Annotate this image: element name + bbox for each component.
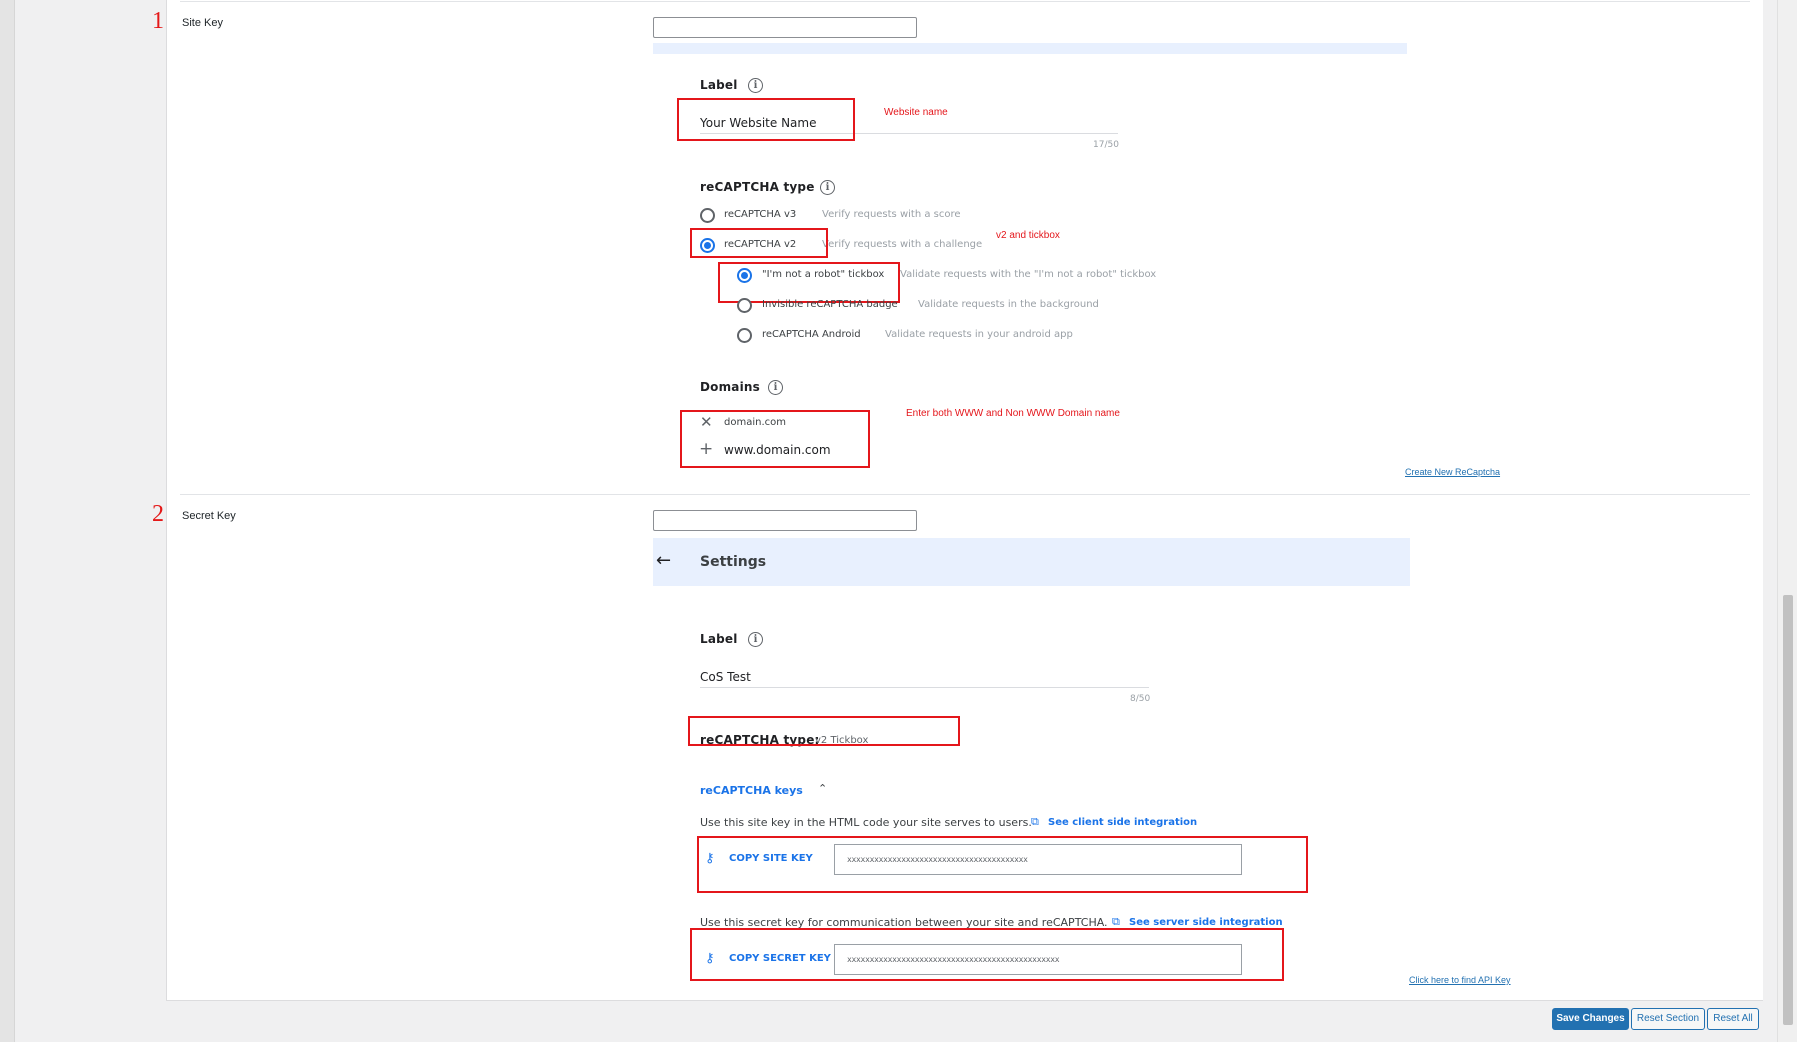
radio-hint-android: Validate requests in your android app [885, 329, 1073, 340]
highlight-website-name [677, 98, 855, 141]
row-number-1: 1 [152, 8, 164, 34]
external-link-icon[interactable]: ⧉ [1112, 915, 1120, 929]
radio-label-invisible: Invisible reCAPTCHA badge [762, 299, 898, 310]
radio-hint-tickbox: Validate requests with the "I'm not a ro… [900, 269, 1157, 280]
highlight-secret-key [690, 928, 1284, 981]
settings-header [653, 538, 1410, 586]
reset-section-button[interactable]: Reset Section [1631, 1008, 1705, 1030]
radio-recaptcha-v3[interactable] [700, 208, 715, 223]
radio-hint-v2: Verify requests with a challenge [822, 239, 983, 250]
secret-key-input[interactable] [653, 510, 917, 531]
settings-label-underline [700, 687, 1149, 688]
reset-all-button[interactable]: Reset All [1707, 1008, 1759, 1030]
site-key-label: Site Key [182, 17, 223, 29]
screenshot-header-strip [653, 43, 1407, 54]
annotation-domains: Enter both WWW and Non WWW Domain name [906, 408, 1120, 419]
settings-label-counter: 8/50 [1130, 694, 1151, 704]
label-heading: Label [700, 78, 738, 92]
secret-key-label: Secret Key [182, 510, 236, 522]
left-gutter [0, 0, 15, 1042]
scrollbar-thumb[interactable] [1783, 595, 1793, 1025]
chevron-up-icon[interactable]: ⌃ [818, 782, 827, 795]
row-divider [180, 494, 1750, 495]
info-icon[interactable]: i [768, 380, 783, 395]
highlight-v2 [690, 228, 828, 258]
site-key-input[interactable] [653, 17, 917, 38]
annotation-website-name: Website name [884, 107, 948, 118]
radio-hint-invisible: Validate requests in the background [918, 299, 1099, 310]
label-counter: 17/50 [1093, 140, 1119, 150]
highlight-domains [680, 410, 870, 468]
info-icon[interactable]: i [748, 78, 763, 93]
arrow-left-icon[interactable]: ← [656, 550, 671, 571]
highlight-tickbox [718, 262, 900, 303]
radio-hint-v3: Verify requests with a score [822, 209, 961, 220]
domains-heading: Domains [700, 380, 761, 394]
settings-title: Settings [700, 554, 767, 570]
footer-bar [166, 1000, 1763, 1036]
highlight-type [688, 716, 960, 746]
highlight-site-key [697, 836, 1308, 893]
settings-label-value[interactable]: CoS Test [700, 670, 751, 684]
annotation-v2-tickbox: v2 and tickbox [996, 230, 1060, 241]
site-key-description: Use this site key in the HTML code your … [700, 816, 1032, 829]
create-new-recaptcha-link[interactable]: Create New ReCaptcha [1405, 467, 1500, 477]
radio-label-v3: reCAPTCHA v3 [724, 209, 797, 220]
row-number-2: 2 [152, 501, 164, 527]
find-api-key-link[interactable]: Click here to find API Key [1409, 975, 1511, 985]
info-icon[interactable]: i [748, 632, 763, 647]
radio-android[interactable] [737, 328, 752, 343]
server-side-integration-link[interactable]: See server side integration [1129, 917, 1283, 928]
settings-label-heading: Label [700, 632, 738, 646]
recaptcha-type-heading: reCAPTCHA type [700, 180, 815, 194]
info-icon[interactable]: i [820, 180, 835, 195]
external-link-icon[interactable]: ⧉ [1031, 815, 1039, 829]
radio-label-android: reCAPTCHA Android [762, 329, 861, 340]
row-divider-top [180, 1, 1750, 2]
radio-invisible-badge[interactable] [737, 298, 752, 313]
recaptcha-keys-heading[interactable]: reCAPTCHA keys [700, 784, 803, 797]
save-changes-button[interactable]: Save Changes [1552, 1008, 1629, 1030]
client-side-integration-link[interactable]: See client side integration [1048, 817, 1197, 828]
